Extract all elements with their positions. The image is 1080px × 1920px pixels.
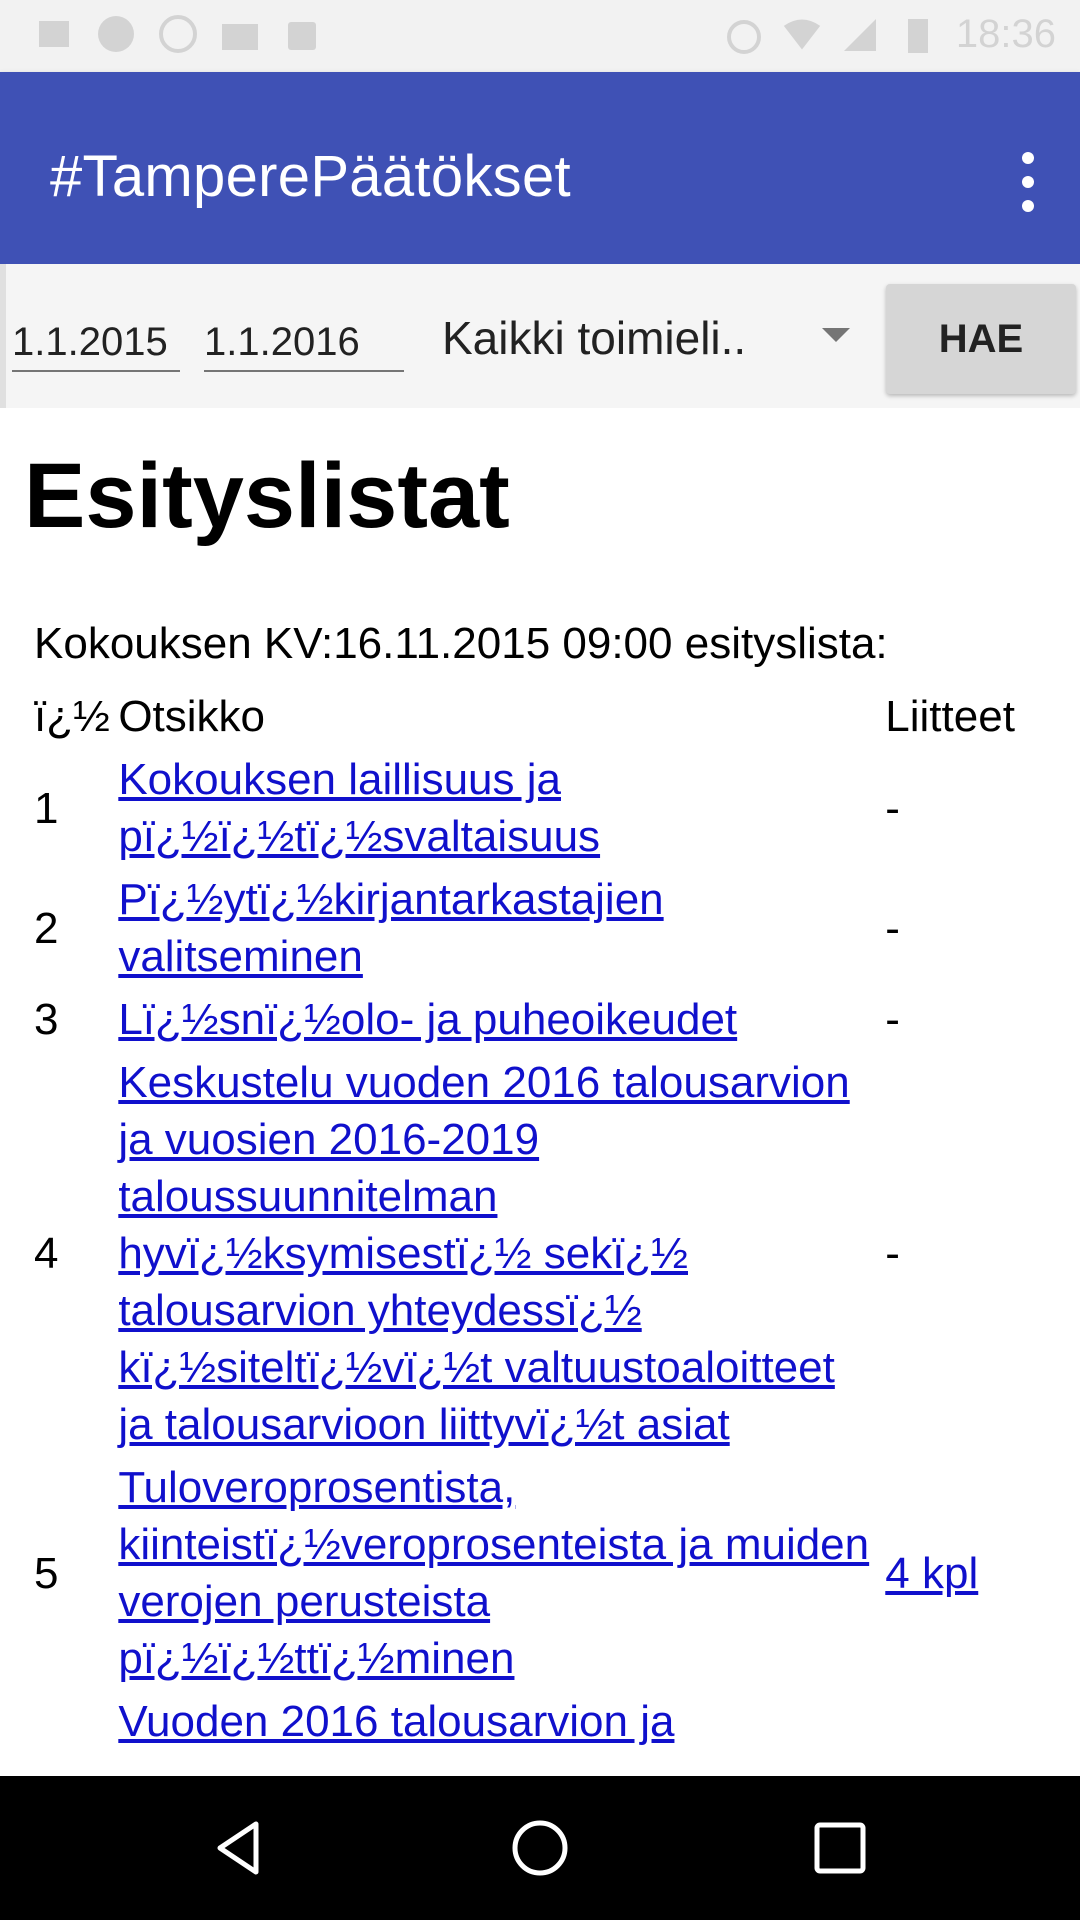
item-number: 1 bbox=[34, 783, 59, 833]
battery-charging-icon bbox=[898, 15, 938, 55]
sync-icon bbox=[96, 14, 136, 54]
signal-icon bbox=[840, 15, 880, 55]
meeting-caption: Kokouksen KV:16.11.2015 09:00 esityslist… bbox=[34, 619, 888, 668]
table-row: 3 Lï¿½snï¿½olo- ja puheoikeudet - bbox=[34, 991, 1066, 1048]
item-number: 5 bbox=[34, 1548, 59, 1598]
table-row: Vuoden 2016 talousarvion ja bbox=[34, 1693, 1066, 1750]
item-number: 3 bbox=[34, 995, 59, 1044]
item-number: 2 bbox=[34, 903, 59, 953]
item-attachments bbox=[885, 1693, 1066, 1750]
column-header-number: ï¿½ bbox=[34, 692, 110, 741]
image-icon bbox=[34, 14, 74, 54]
status-bar: 18:36 bbox=[0, 0, 1080, 72]
wifi-icon bbox=[782, 15, 822, 55]
app-bar: #TamperePäätökset bbox=[0, 72, 1080, 264]
item-attachments: - bbox=[885, 995, 900, 1044]
agenda-item-link[interactable]: Pï¿½ytï¿½kirjantarkastajien valitseminen bbox=[118, 875, 663, 981]
back-triangle-icon[interactable] bbox=[208, 1816, 272, 1880]
item-number bbox=[34, 1693, 114, 1750]
page-title: Esityslistat bbox=[24, 445, 510, 547]
alarm-icon bbox=[724, 15, 764, 55]
dropdown-arrow-icon[interactable] bbox=[822, 328, 850, 342]
content-area[interactable]: Esityslistat Kokouksen KV:16.11.2015 09:… bbox=[0, 408, 1080, 1776]
column-header-title: Otsikko bbox=[118, 692, 266, 741]
badge-85-icon bbox=[158, 14, 198, 54]
agenda-item-link[interactable]: Vuoden 2016 talousarvion ja bbox=[118, 1697, 674, 1746]
table-row: 5 Tuloveroprosentista, kiinteistï¿½verop… bbox=[34, 1459, 1066, 1687]
status-bar-right-icons: 18:36 bbox=[724, 12, 1056, 57]
status-bar-left-icons bbox=[34, 14, 322, 54]
table-header-row: ï¿½ Otsikko Liitteet bbox=[34, 688, 1066, 745]
status-time: 18:36 bbox=[955, 12, 1056, 56]
agenda-item-link[interactable]: Tuloveroprosentista, kiinteistï¿½veropro… bbox=[118, 1463, 869, 1683]
attachments-link[interactable]: 4 kpl bbox=[885, 1549, 978, 1598]
item-number: 4 bbox=[34, 1229, 59, 1278]
date-to-field[interactable]: 1.1.2016 bbox=[204, 316, 404, 372]
table-row: 2 Pï¿½ytï¿½kirjantarkastajien valitsemin… bbox=[34, 871, 1066, 985]
item-attachments: - bbox=[885, 903, 900, 953]
body-select[interactable]: Kaikki toimieli.. bbox=[442, 308, 862, 368]
table-row: 4 Keskustelu vuoden 2016 talousarvion ja… bbox=[34, 1054, 1066, 1453]
navigation-bar bbox=[0, 1776, 1080, 1920]
search-button[interactable]: HAE bbox=[886, 284, 1076, 394]
date-from-field[interactable]: 1.1.2015 bbox=[12, 316, 180, 372]
calendar-icon bbox=[282, 14, 322, 54]
item-attachments: - bbox=[885, 783, 900, 833]
app-title: #TamperePäätökset bbox=[50, 144, 571, 209]
home-circle-icon[interactable] bbox=[508, 1816, 572, 1880]
more-vert-icon[interactable] bbox=[1008, 152, 1048, 212]
recents-square-icon[interactable] bbox=[808, 1816, 872, 1880]
table-row: 1 Kokouksen laillisuus ja pï¿½ï¿½tï¿½sva… bbox=[34, 751, 1066, 865]
briefcase-check-icon bbox=[220, 14, 260, 54]
agenda-item-link[interactable]: Lï¿½snï¿½olo- ja puheoikeudet bbox=[118, 995, 737, 1044]
agenda-table: ï¿½ Otsikko Liitteet 1 Kokouksen laillis… bbox=[30, 682, 1070, 1756]
item-attachments: - bbox=[885, 1229, 900, 1278]
agenda-item-link[interactable]: Keskustelu vuoden 2016 talousarvion ja v… bbox=[118, 1058, 849, 1449]
column-header-attachments: Liitteet bbox=[885, 692, 1015, 741]
agenda-item-link[interactable]: Kokouksen laillisuus ja pï¿½ï¿½tï¿½svalt… bbox=[118, 755, 600, 861]
